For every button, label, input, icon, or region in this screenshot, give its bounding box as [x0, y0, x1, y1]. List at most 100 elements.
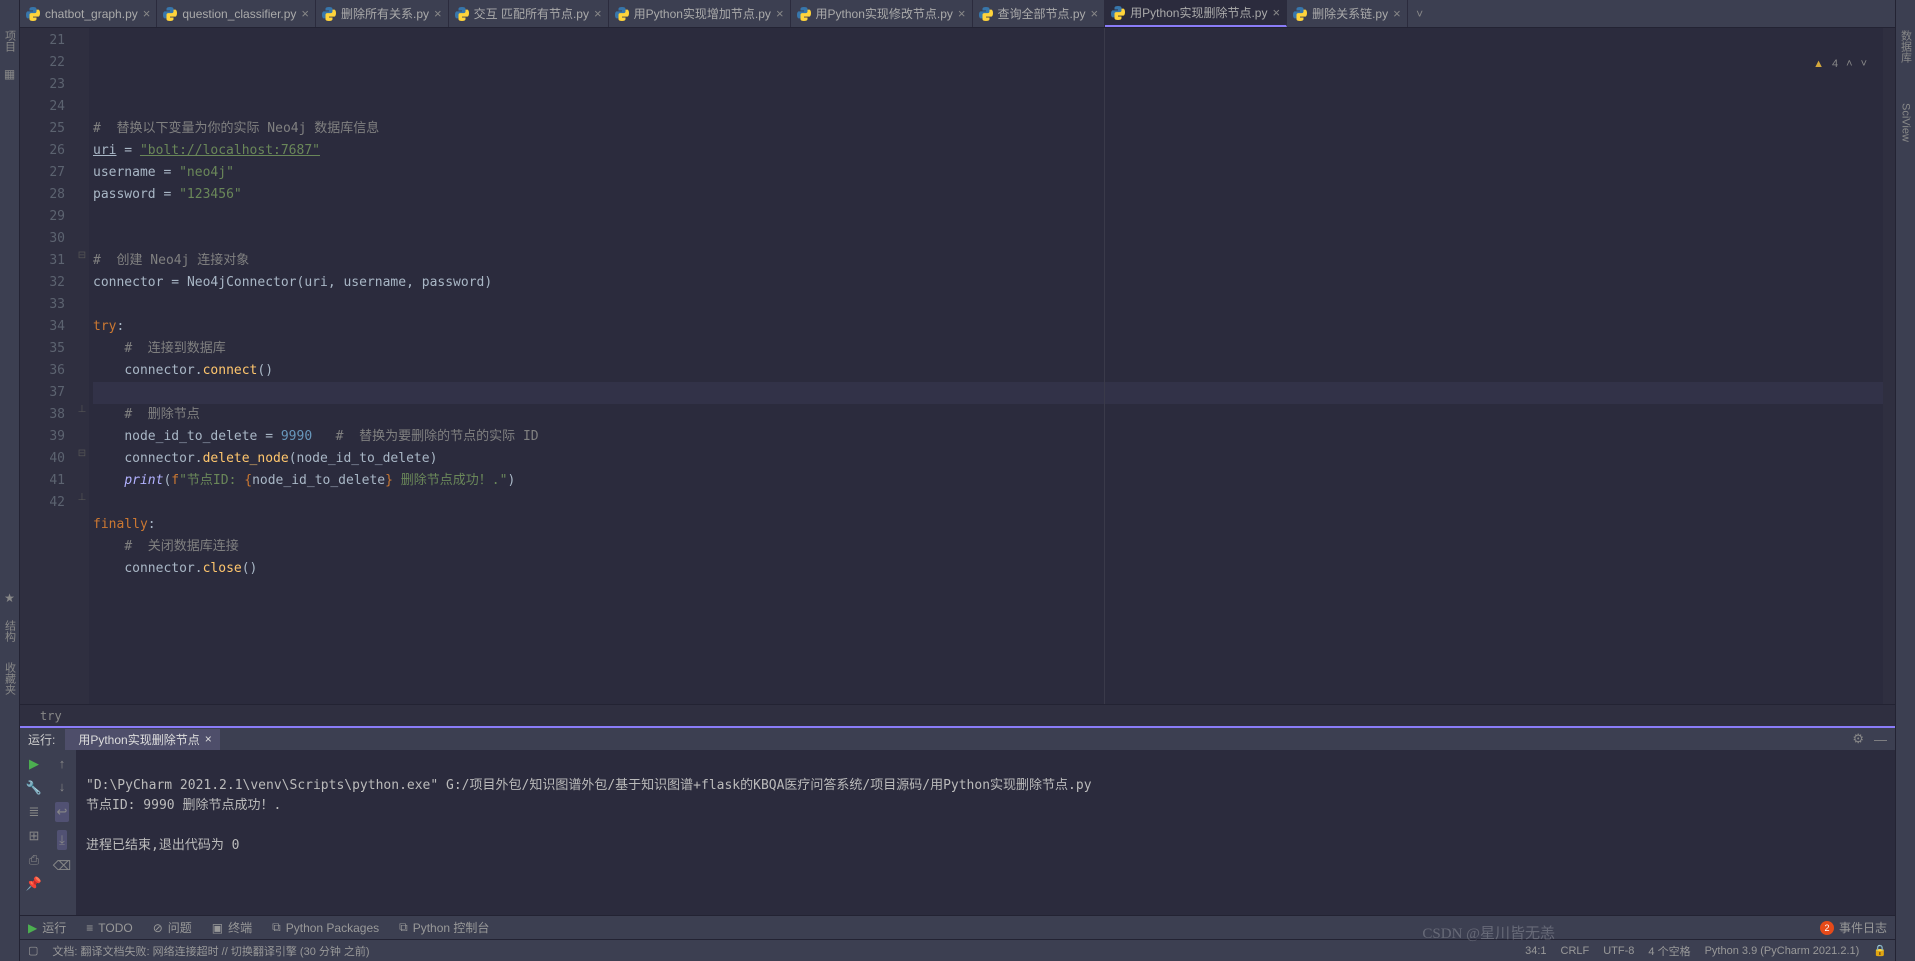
packages-tool-button[interactable]: ⧉Python Packages: [272, 920, 379, 935]
stack-icon[interactable]: ≣: [29, 804, 40, 820]
editor-scrollbar[interactable]: [1883, 28, 1895, 704]
event-log-button[interactable]: 2事件日志: [1820, 919, 1887, 936]
run-tool-button[interactable]: ▶运行: [28, 919, 66, 936]
run-tool-header: 运行: 用Python实现删除节点 × ⚙ —: [20, 726, 1895, 750]
code-line: print(f"节点ID: {node_id_to_delete} 删除节点成功…: [93, 470, 1883, 492]
run-config-tab[interactable]: 用Python实现删除节点 ×: [65, 729, 219, 750]
console-output[interactable]: "D:\PyCharm 2021.2.1\venv\Scripts\python…: [76, 750, 1895, 915]
editor-area[interactable]: 2122232425262728293031323334353637383940…: [20, 28, 1895, 704]
tab-label: 用Python实现删除节点.py: [1130, 4, 1267, 21]
scroll-icon[interactable]: ⤓: [57, 830, 67, 850]
terminal-tool-button[interactable]: ▣终端: [212, 919, 252, 936]
status-message-icon: ▢: [28, 944, 38, 957]
code-line: # 替换以下变量为你的实际 Neo4j 数据库信息: [93, 118, 1883, 140]
tab-label: 查询全部节点.py: [998, 5, 1086, 22]
python-file-icon: [455, 7, 469, 21]
breadcrumb-item[interactable]: try: [40, 709, 62, 723]
console-tool-button[interactable]: ⧉Python 控制台: [399, 919, 489, 936]
close-icon[interactable]: ×: [776, 6, 784, 21]
wrench-icon[interactable]: 🔧: [26, 780, 42, 796]
todo-tool-button[interactable]: ≡TODO: [86, 921, 132, 935]
terminal-icon: ▣: [212, 921, 223, 935]
close-icon[interactable]: ×: [143, 6, 151, 21]
lock-icon[interactable]: 🔒: [1873, 944, 1887, 957]
layout-icon[interactable]: ⊞: [29, 828, 40, 844]
bottom-tool-bar: ▶运行 ≡TODO ⊘问题 ▣终端 ⧉Python Packages ⧉Pyth…: [20, 915, 1895, 939]
structure-tool-label[interactable]: 结构: [2, 620, 18, 642]
problems-tool-button[interactable]: ⊘问题: [153, 919, 192, 936]
tab-label: question_classifier.py: [182, 7, 296, 21]
minimize-icon[interactable]: —: [1874, 732, 1887, 747]
run-tool-body: ▶ 🔧 ≣ ⊞ ⎙ 📌 ↑ ↓ ↩ ⤓ ⌫ "D:\PyCharm 2021.2…: [20, 750, 1895, 915]
up-icon[interactable]: ↑: [59, 756, 66, 771]
python-file-icon: [615, 7, 629, 21]
code-line: finally:: [93, 514, 1883, 536]
console-line: 节点ID: 9990 删除节点成功！.: [86, 798, 281, 813]
bookmarks-tool-label[interactable]: 收藏夹: [2, 662, 18, 695]
close-icon[interactable]: ×: [1272, 5, 1280, 20]
code-line: # 关闭数据库连接: [93, 536, 1883, 558]
editor-tab[interactable]: 交互 匹配所有节点.py×: [449, 0, 609, 27]
line-separator[interactable]: CRLF: [1561, 945, 1590, 957]
warning-icon: ▲: [1813, 58, 1824, 70]
code-line: [93, 228, 1883, 250]
rerun-icon[interactable]: ▶: [29, 756, 39, 772]
tab-label: 删除关系链.py: [1312, 5, 1388, 22]
chevron-down-icon[interactable]: ˅: [1861, 58, 1867, 70]
editor-tab[interactable]: 删除所有关系.py×: [316, 0, 449, 27]
inspection-widget[interactable]: ▲ 4 ˄ ˅: [1813, 58, 1867, 70]
close-icon[interactable]: ×: [594, 6, 602, 21]
python-file-icon: [26, 7, 40, 21]
interpreter[interactable]: Python 3.9 (PyCharm 2021.2.1): [1705, 945, 1860, 957]
pin-icon[interactable]: 📌: [26, 876, 42, 892]
tab-label: 用Python实现修改节点.py: [816, 5, 953, 22]
trash-icon[interactable]: ⌫: [53, 858, 71, 874]
python-file-icon: [1111, 6, 1125, 20]
indent[interactable]: 4 个空格: [1648, 943, 1690, 959]
code-line: connector.delete_node(node_id_to_delete): [93, 448, 1883, 470]
editor-tab[interactable]: 用Python实现增加节点.py ×: [609, 0, 791, 27]
tab-label: chatbot_graph.py: [45, 7, 138, 21]
editor-tab[interactable]: 删除关系链.py ×: [1287, 0, 1408, 27]
fold-gutter: ⊟⊥⊟⊥: [75, 28, 89, 704]
editor-tab[interactable]: question_classifier.py ×: [157, 0, 316, 27]
editor-tab[interactable]: chatbot_graph.py ×: [20, 0, 157, 27]
print-icon[interactable]: ⎙: [29, 852, 39, 868]
caret-position[interactable]: 34:1: [1525, 945, 1546, 957]
editor-tab[interactable]: 用Python实现删除节点.py ×: [1105, 0, 1287, 27]
close-icon[interactable]: ×: [1393, 6, 1401, 21]
sciview-tool-label[interactable]: SciView: [1900, 103, 1912, 142]
wrap-icon[interactable]: ↩: [55, 802, 70, 822]
chevron-up-icon[interactable]: ˄: [1846, 58, 1852, 70]
console-line: "D:\PyCharm 2021.2.1\venv\Scripts\python…: [86, 778, 1092, 793]
tab-label: 用Python实现增加节点.py: [634, 5, 771, 22]
close-icon[interactable]: ×: [205, 732, 212, 746]
badge-count: 2: [1820, 921, 1834, 935]
database-tool-label[interactable]: 数据库: [1898, 30, 1914, 63]
close-icon[interactable]: ×: [958, 6, 966, 21]
code-content[interactable]: # 替换以下变量为你的实际 Neo4j 数据库信息uri = "bolt://l…: [89, 28, 1883, 704]
problems-icon: ⊘: [153, 921, 163, 935]
editor-tab[interactable]: 用Python实现修改节点.py ×: [791, 0, 973, 27]
editor-tab[interactable]: 查询全部节点.py ×: [973, 0, 1106, 27]
left-tool-sidebar: 项目 ▦ ★ 结构 收藏夹: [0, 0, 20, 961]
tab-scroll-icon[interactable]: ˅: [1408, 0, 1432, 27]
code-line: [93, 294, 1883, 316]
vertical-guide: [1104, 28, 1105, 704]
down-icon[interactable]: ↓: [59, 779, 66, 794]
bookmark-icon[interactable]: ★: [4, 591, 15, 605]
close-icon[interactable]: ×: [1091, 6, 1099, 21]
line-number-gutter: 2122232425262728293031323334353637383940…: [20, 28, 75, 704]
python-file-icon: [163, 7, 177, 21]
code-line: node_id_to_delete = 9990 # 替换为要删除的节点的实际 …: [93, 426, 1883, 448]
gear-icon[interactable]: ⚙: [1852, 731, 1864, 747]
close-icon[interactable]: ×: [301, 6, 309, 21]
editor-tab-bar: chatbot_graph.py × question_classifier.py ×…: [20, 0, 1895, 28]
folder-icon[interactable]: ▦: [4, 67, 15, 81]
right-tool-sidebar: 数据库 SciView: [1895, 0, 1915, 961]
project-tool-label[interactable]: 项目: [2, 30, 18, 52]
encoding[interactable]: UTF-8: [1603, 945, 1634, 957]
code-line: # 连接到数据库: [93, 338, 1883, 360]
status-message[interactable]: 文档: 翻译文档失败: 网络连接超时 // 切换翻译引擎 (30 分钟 之前): [52, 943, 369, 959]
close-icon[interactable]: ×: [434, 6, 442, 21]
